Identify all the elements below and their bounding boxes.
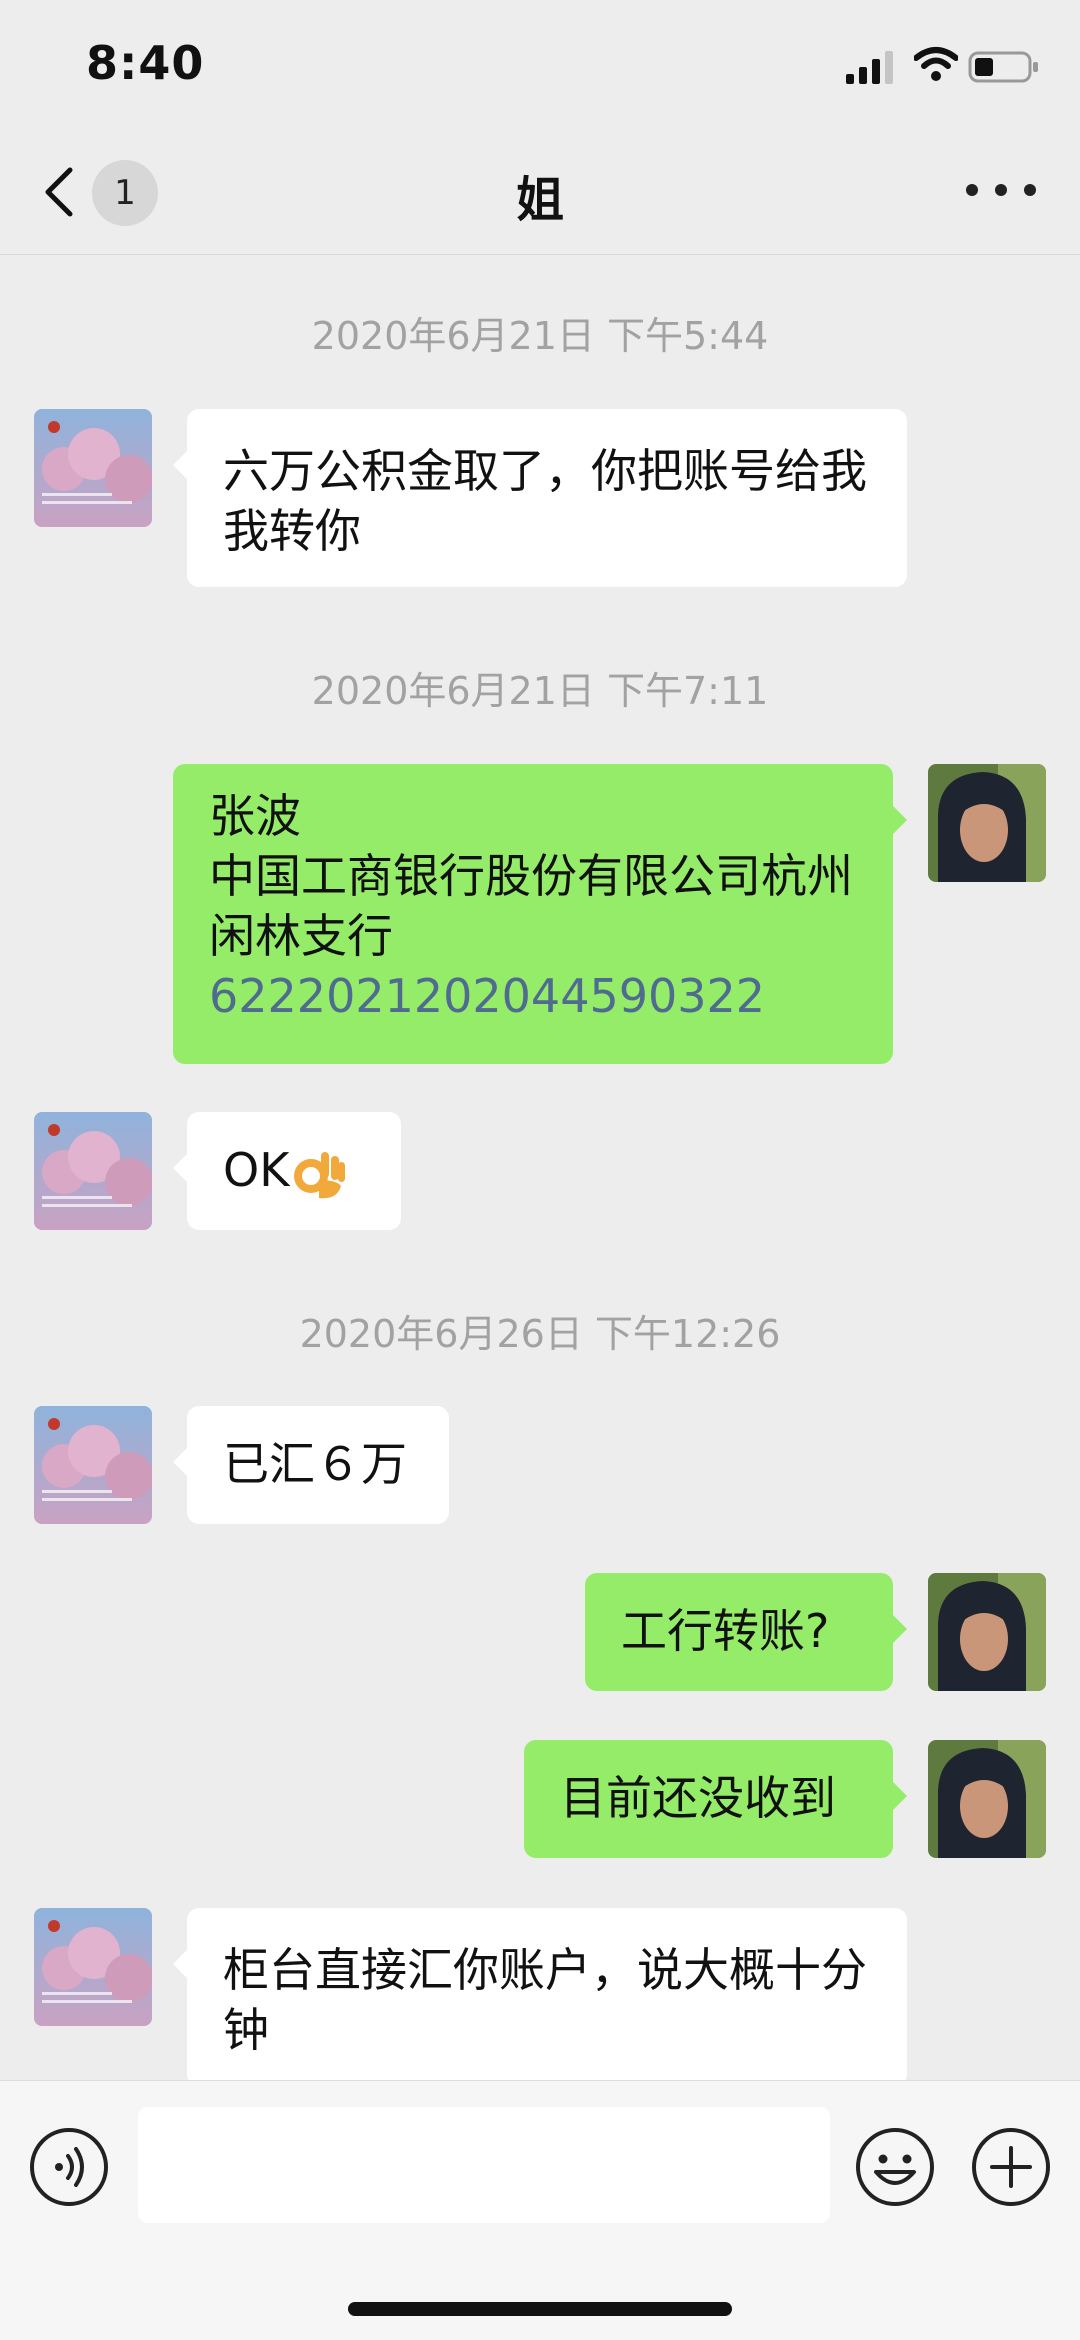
contact-avatar[interactable] <box>34 1406 152 1524</box>
contact-avatar[interactable] <box>34 1112 152 1230</box>
more-button[interactable] <box>966 170 1036 210</box>
home-indicator[interactable] <box>348 2302 732 2316</box>
message-bubble-outgoing[interactable]: 张波 中国工商银行股份有限公司杭州闲林支行 622202120204459032… <box>173 764 907 1064</box>
message-bubble-incoming[interactable]: 已汇６万 <box>173 1406 449 1524</box>
cellular-signal-icon <box>846 51 893 84</box>
message-bubble-incoming[interactable]: 柜台直接汇你账户，说大概十分钟 <box>173 1908 907 2080</box>
message-list[interactable]: 2020年6月21日 下午5:44 六万公积金取了，你把账号给我我转你 2020… <box>0 255 1080 2080</box>
status-bar: 8:40 <box>0 0 1080 130</box>
message-bubble-incoming[interactable]: 六万公积金取了，你把账号给我我转你 <box>173 409 907 587</box>
input-bar <box>0 2080 1080 2340</box>
ok-hand-emoji <box>294 1151 346 1198</box>
battery-icon <box>968 51 1038 83</box>
timestamp: 2020年6月21日 下午5:44 <box>311 314 769 358</box>
my-avatar[interactable] <box>928 1573 1046 1691</box>
chat-header: 1 姐 <box>0 130 1080 255</box>
message-text: 目前还没收到 <box>560 1771 836 1825</box>
my-avatar[interactable] <box>928 764 1046 882</box>
recipient-name: 张波 <box>209 789 301 843</box>
my-avatar[interactable] <box>928 1740 1046 1858</box>
message-bubble-incoming[interactable]: OK <box>173 1112 401 1230</box>
contact-avatar[interactable] <box>34 1908 152 2026</box>
message-bubble-outgoing[interactable]: 目前还没收到 <box>524 1740 907 1858</box>
message-input[interactable] <box>138 2107 830 2223</box>
message-text: 工行转账? <box>621 1604 830 1658</box>
status-time: 8:40 <box>86 36 205 90</box>
wifi-icon <box>914 47 958 81</box>
bank-branch: 中国工商银行股份有限公司杭州闲林支行 <box>209 849 853 963</box>
message-text: 六万公积金取了，你把账号给我我转你 <box>223 444 867 558</box>
timestamp: 2020年6月26日 下午12:26 <box>299 1312 781 1356</box>
message-text: OK <box>223 1143 290 1197</box>
contact-avatar[interactable] <box>34 409 152 527</box>
emoji-icon[interactable] <box>854 2126 936 2208</box>
timestamp: 2020年6月21日 下午7:11 <box>311 669 769 713</box>
chat-title: 姐 <box>515 172 564 228</box>
message-text: 柜台直接汇你账户，说大概十分钟 <box>223 1943 867 2057</box>
plus-icon[interactable] <box>970 2126 1052 2208</box>
message-text: 已汇６万 <box>223 1437 407 1491</box>
account-number-link[interactable]: 6222021202044590322 <box>209 966 857 1026</box>
voice-icon[interactable] <box>28 2126 110 2208</box>
message-bubble-outgoing[interactable]: 工行转账? <box>585 1573 907 1691</box>
